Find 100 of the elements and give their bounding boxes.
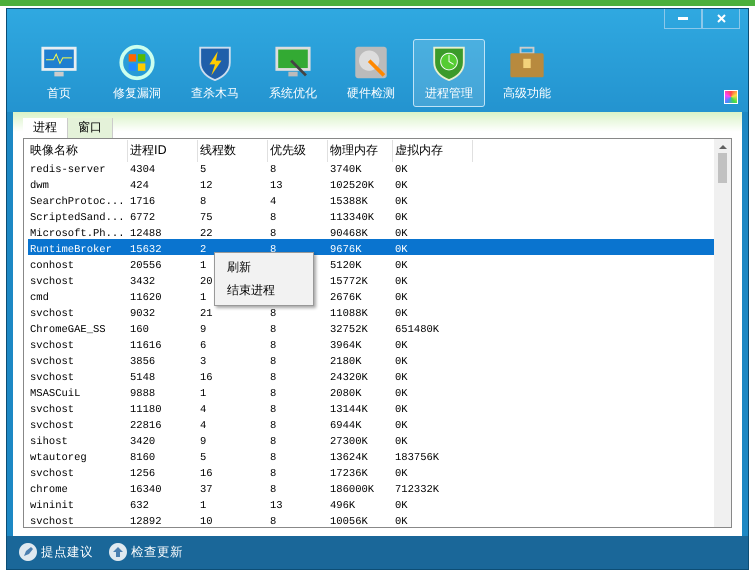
table-cell-text: 16 <box>199 372 213 384</box>
table-cell-text: 8 <box>269 420 276 432</box>
skin-icon[interactable] <box>724 90 738 104</box>
table-cell-text: 0K <box>394 212 408 224</box>
table-cell-text: wtautoreg <box>29 452 87 464</box>
table-cell-text: 15772K <box>329 276 368 288</box>
table-cell-text: 6 <box>199 340 206 352</box>
scrollbar[interactable] <box>714 138 731 526</box>
table-cell-text: 1 <box>199 388 206 400</box>
table-cell-text: 11620 <box>129 292 162 304</box>
table-cell-text: 11088K <box>329 308 368 320</box>
table-cell-text: wininit <box>29 500 74 512</box>
table-cell-text: 6944K <box>329 420 362 432</box>
table-cell-text: cmd <box>29 292 49 304</box>
table-cell-text: svchost <box>29 356 74 368</box>
table-cell-text: 0K <box>394 468 408 480</box>
table-cell-text: redis-server <box>29 164 106 176</box>
table-cell-text: 8 <box>269 308 276 320</box>
column-header[interactable]: 物理内存 <box>328 140 393 162</box>
table-cell-text: 0K <box>394 308 408 320</box>
table-cell-text: 13624K <box>329 452 368 464</box>
table-cell-text: 1 <box>199 260 206 272</box>
table-cell-text: 0K <box>394 196 408 208</box>
menu-item[interactable]: 结束进程 <box>215 278 313 302</box>
table-cell-text: 712332K <box>394 484 440 496</box>
table-cell-text: 12 <box>199 180 213 192</box>
table-cell-text: 4 <box>269 196 276 208</box>
table-cell-text: 113340K <box>329 212 374 224</box>
table-cell-text: 12488 <box>129 228 162 240</box>
up-arrow-icon[interactable] <box>718 144 726 150</box>
minimize-icon <box>678 16 688 20</box>
table-cell-text: 8 <box>269 388 276 400</box>
menu-item[interactable]: 刷新 <box>215 256 313 278</box>
table-cell-text: 8 <box>269 212 276 224</box>
table-cell-text: 4304 <box>129 164 156 176</box>
table-cell-text: 1 <box>199 500 206 512</box>
table-cell-text: 32752K <box>329 324 368 336</box>
table-cell-text: 3420 <box>129 436 156 448</box>
table-cell-text: 3432 <box>129 276 156 288</box>
minimize-button[interactable] <box>664 9 702 29</box>
table-cell-text: ChromeGAE_SS <box>29 324 106 336</box>
table-cell-text: 0K <box>394 500 408 512</box>
table-cell-text: 3964K <box>329 340 362 352</box>
table-cell-text: 0K <box>394 276 408 288</box>
column-header[interactable]: 映像名称 <box>28 140 128 162</box>
close-button[interactable] <box>702 9 740 29</box>
footer-button[interactable]: 检查更新 <box>109 543 183 562</box>
table-cell-text: svchost <box>29 372 74 384</box>
table-cell-text: 12892 <box>129 516 162 526</box>
table-cell-text: 20556 <box>129 260 162 272</box>
table-cell-text: 37 <box>199 484 213 496</box>
table-cell-text: 9 <box>199 436 206 448</box>
table-cell-text: 8160 <box>129 452 156 464</box>
column-header[interactable]: 虚拟内存 <box>393 140 473 162</box>
column-header[interactable]: 进程ID <box>128 140 198 162</box>
table-cell-text: 0K <box>394 356 408 368</box>
table-cell-text: 8 <box>269 164 276 176</box>
footer-button[interactable]: 提点建议 <box>19 543 93 562</box>
table-cell-text: 8 <box>269 452 276 464</box>
table-cell-text: 0K <box>394 420 408 432</box>
table-cell-text: 22 <box>199 228 213 240</box>
table-cell-text: 75 <box>199 212 213 224</box>
table-cell-text: svchost <box>29 420 74 432</box>
tab[interactable]: 进程 <box>23 118 68 138</box>
table-cell-text: 8 <box>269 228 276 240</box>
table-cell-text: 0K <box>394 516 408 526</box>
table-cell-text: 1716 <box>129 196 156 208</box>
table-cell-text: 8 <box>269 468 276 480</box>
table-cell-text: 8 <box>269 484 276 496</box>
table-cell-text: 0K <box>394 244 408 256</box>
column-header[interactable]: 优先级 <box>268 140 328 162</box>
table-cell-text: 3740K <box>329 164 362 176</box>
table-cell-text: 3 <box>199 356 206 368</box>
table-cell-text: 5 <box>199 164 206 176</box>
table-cell-text: 15388K <box>329 196 368 208</box>
table-cell-text: 8 <box>269 324 276 336</box>
table-cell-text: RuntimeBroker <box>29 244 112 256</box>
table-cell-text: svchost <box>29 516 74 526</box>
selected-row[interactable]: RuntimeBroker 15632 2 8 9676K 0K <box>28 238 714 254</box>
table-cell-text: 2080K <box>329 388 362 400</box>
table-cell-text: 90468K <box>329 228 368 240</box>
table-cell-text: dwm <box>29 180 49 192</box>
table-cell-text: 0K <box>394 180 408 192</box>
table-cell-text: 183756K <box>394 452 440 464</box>
table-cell-text: svchost <box>29 276 74 288</box>
pencil-icon <box>19 543 37 562</box>
table-cell-text: 1 <box>199 292 206 304</box>
tab[interactable]: 窗口 <box>68 118 113 138</box>
scrollbar-thumb[interactable] <box>718 152 727 182</box>
table-cell-text: 13144K <box>329 404 368 416</box>
table-cell-text: 13 <box>269 500 283 512</box>
table-cell-text: 9032 <box>129 308 156 320</box>
table-cell-text: 2 <box>199 244 206 256</box>
column-header[interactable]: 线程数 <box>198 140 268 162</box>
table-cell-text: svchost <box>29 308 74 320</box>
table-cell-text: 6772 <box>129 212 156 224</box>
table-cell-text: 651480K <box>394 324 440 336</box>
table-cell-text: 0K <box>394 164 408 176</box>
table-cell-text: ScriptedSand... <box>29 212 125 224</box>
table-cell-text: 22816 <box>129 420 162 432</box>
